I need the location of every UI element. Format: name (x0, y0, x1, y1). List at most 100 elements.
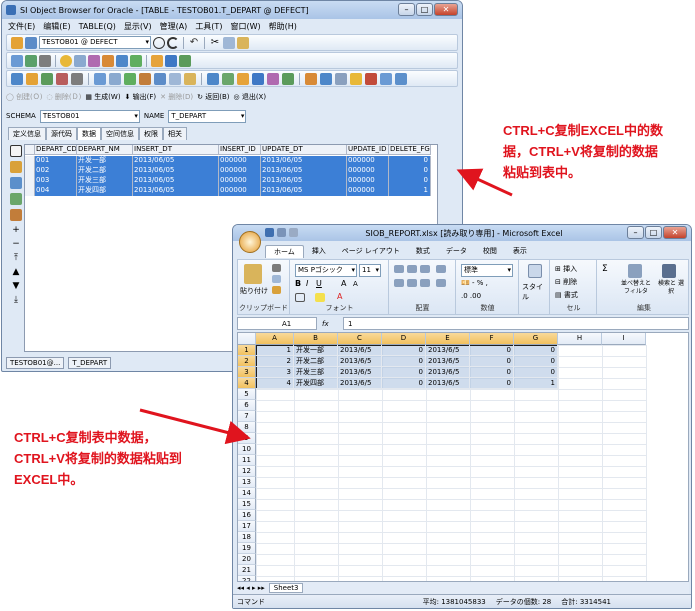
menu-item[interactable]: 帮助(H) (269, 21, 297, 32)
table-cell[interactable]: 0 (389, 166, 431, 176)
row-header[interactable]: 6 (238, 400, 256, 411)
sheet-cell[interactable]: 0 (514, 367, 558, 378)
column-header[interactable]: DEPART_CD (35, 145, 77, 155)
sheet-cell[interactable]: 2013/6/5 (426, 345, 470, 356)
column-header[interactable]: B (294, 333, 338, 345)
table-cell[interactable]: 000000 (347, 156, 389, 166)
column-header[interactable]: A (256, 333, 294, 345)
next-row-icon[interactable]: ▼ (10, 281, 22, 291)
number-format-select[interactable]: 標準 (461, 264, 513, 277)
row-selector[interactable] (25, 156, 35, 166)
sheet-cell[interactable]: 0 (470, 356, 514, 367)
sheet-cell[interactable]: 0 (470, 345, 514, 356)
row-header[interactable]: 3 (238, 367, 256, 378)
column-header[interactable]: F (470, 333, 514, 345)
sheet-cell[interactable]: 2013/6/5 (426, 378, 470, 389)
object-type-icon[interactable] (109, 72, 121, 85)
column-header[interactable]: INSERT_ID (219, 145, 261, 155)
ribbon-tab[interactable]: データ (438, 245, 475, 258)
table-cell[interactable]: 004 (35, 186, 77, 196)
table-cell[interactable]: 000000 (347, 166, 389, 176)
schema-select[interactable]: TESTOB01 (39, 109, 140, 123)
row-header[interactable]: 21 (238, 565, 256, 576)
row-header[interactable]: 7 (238, 411, 256, 422)
tab-4[interactable]: 空间信息 (101, 127, 139, 140)
sheet-cell[interactable]: 2 (256, 356, 294, 367)
delete-cells-button[interactable]: ⊟ 削除 (555, 277, 577, 287)
table-cell[interactable]: 000000 (347, 186, 389, 196)
drop-action[interactable]: ◌ 删除(Ｄ) (47, 92, 82, 102)
table-cell[interactable]: 开发三部 (77, 176, 133, 186)
debug-icon[interactable] (179, 54, 191, 67)
sheet-cell[interactable]: 2013/6/5 (338, 345, 382, 356)
sheet-cell[interactable]: 2013/6/5 (426, 356, 470, 367)
table-cell[interactable]: 开发二部 (77, 166, 133, 176)
object-type-icon[interactable] (380, 72, 392, 85)
table-cell[interactable]: 000000 (219, 166, 261, 176)
align-right-icon[interactable] (420, 279, 430, 287)
align-middle-icon[interactable] (407, 265, 417, 273)
undo-icon[interactable]: ↶ (188, 37, 200, 49)
import-icon[interactable] (10, 177, 22, 189)
table-cell[interactable]: 2013/06/05 (133, 166, 219, 176)
row-header[interactable]: 8 (238, 422, 256, 433)
office-button[interactable] (239, 231, 261, 253)
sheet-cell[interactable]: 1 (256, 345, 294, 356)
object-type-icon[interactable] (139, 72, 151, 85)
insert-cells-button[interactable]: ⊞ 挿入 (555, 264, 577, 274)
table-row[interactable]: 001 开发一部 2013/06/05 000000 2013/06/05 000000 0 (25, 156, 431, 166)
name-field[interactable]: T_DEPART (168, 109, 247, 123)
window-tab[interactable]: T_DEPART (68, 357, 112, 369)
row-header[interactable]: 9 (238, 433, 256, 444)
sql-icon[interactable] (10, 193, 22, 205)
ribbon-tab[interactable]: 数式 (408, 245, 438, 258)
table-cell[interactable]: 2013/06/05 (261, 156, 347, 166)
select-all-corner[interactable] (238, 333, 256, 345)
row-header[interactable]: 14 (238, 488, 256, 499)
excel-minimize-button[interactable]: – (627, 226, 644, 239)
underline-button[interactable]: U (316, 279, 322, 288)
shrink-font-button[interactable]: A (353, 280, 358, 288)
sheet-cell[interactable]: 1 (514, 378, 558, 389)
fill-color-icon[interactable] (315, 293, 325, 302)
cut-icon[interactable] (272, 264, 281, 272)
sheet-cell[interactable]: 4 (256, 378, 294, 389)
name-box[interactable]: A1 (237, 317, 317, 330)
table-icon[interactable] (11, 54, 23, 67)
sheet-cell[interactable]: 0 (514, 345, 558, 356)
row-header[interactable]: 18 (238, 532, 256, 543)
row-header[interactable]: 13 (238, 477, 256, 488)
sheet-cell[interactable]: 开发一部 (294, 345, 338, 356)
stop-icon[interactable] (165, 54, 177, 67)
sheet-nav-icons[interactable]: ◂◂ ◂ ▸ ▸▸ (237, 584, 265, 592)
styles-button[interactable]: スタイル (522, 282, 549, 302)
report-icon[interactable] (102, 54, 114, 67)
currency-button[interactable]: 💴 - % , (461, 279, 488, 287)
tab-6[interactable]: 相关 (163, 127, 187, 140)
font-size-select[interactable]: 11 (359, 264, 381, 277)
ribbon-tab[interactable]: 校閲 (475, 245, 505, 258)
copy-icon[interactable] (223, 36, 235, 49)
sheet-cell[interactable]: 2013/6/5 (338, 356, 382, 367)
filter-icon[interactable] (10, 161, 22, 173)
window-tab[interactable]: TESTOB01@... (6, 357, 65, 369)
sheet-cell[interactable]: 开发三部 (294, 367, 338, 378)
copy-icon[interactable] (272, 275, 281, 283)
column-header[interactable]: G (514, 333, 558, 345)
object-type-icon[interactable] (41, 72, 53, 85)
column-header[interactable]: DEPART_NM (77, 145, 133, 155)
table-cell[interactable]: 开发一部 (77, 156, 133, 166)
table-cell[interactable]: 开发四部 (77, 186, 133, 196)
tab-1[interactable]: 定义信息 (8, 127, 46, 140)
object-type-icon[interactable] (71, 72, 83, 85)
table-cell[interactable]: 0 (389, 176, 431, 186)
sheet-cell[interactable]: 开发二部 (294, 356, 338, 367)
column-header[interactable]: DELETE_FG (389, 145, 431, 155)
remove-action[interactable]: ✕ 删除(D) (160, 92, 193, 102)
close-button[interactable]: ✕ (434, 3, 458, 16)
table-cell[interactable]: 0 (389, 156, 431, 166)
object-type-icon[interactable] (94, 72, 106, 85)
view-icon[interactable] (25, 54, 37, 67)
object-type-icon[interactable] (124, 72, 136, 85)
edit-icon[interactable] (10, 145, 22, 157)
